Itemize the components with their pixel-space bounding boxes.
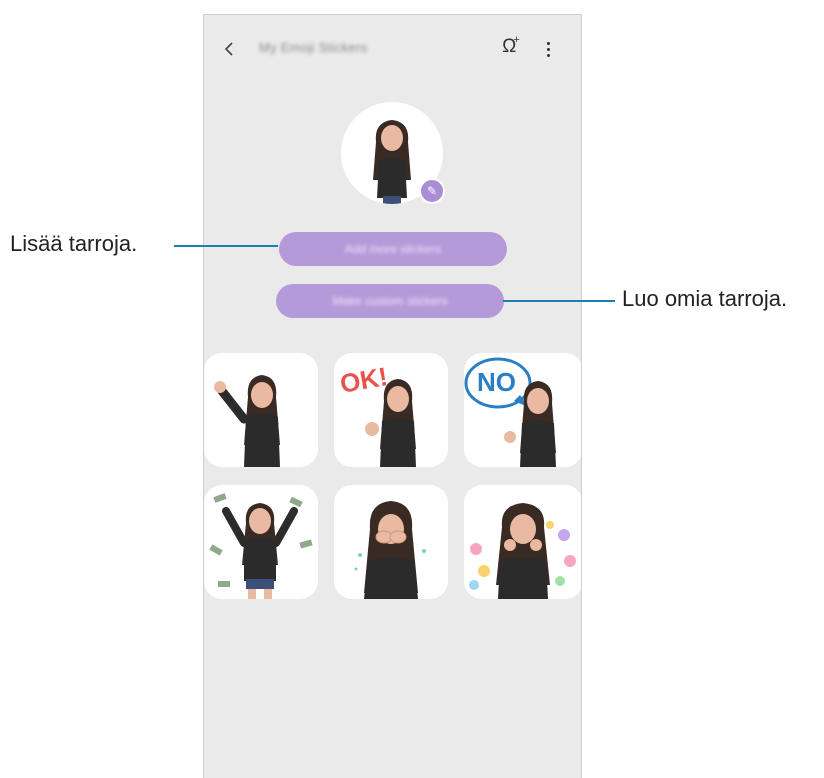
phone-screen: My Emoji Stickers Ω+ ✎ Add more stickers… <box>203 14 582 778</box>
sticker-money-rain-image <box>209 493 313 599</box>
sticker-wave[interactable] <box>204 353 318 467</box>
callout-create-stickers: Luo omia tarroja. <box>622 286 788 311</box>
more-vertical-icon <box>546 41 550 45</box>
callout-line-left <box>174 245 278 247</box>
chevron-left-icon <box>224 42 233 56</box>
app-bar: My Emoji Stickers Ω+ <box>204 15 581 81</box>
sticker-no[interactable]: NO <box>464 353 581 467</box>
sticker-hearts[interactable] <box>464 485 581 599</box>
more-options-button[interactable] <box>542 38 554 60</box>
callout-line-right <box>503 300 615 302</box>
page-title: My Emoji Stickers <box>259 40 368 55</box>
sticker-ok[interactable]: OK! <box>334 353 448 467</box>
sticker-money-rain[interactable] <box>204 485 318 599</box>
sticker-no-text: NO <box>477 367 516 397</box>
add-more-stickers-button[interactable]: Add more stickers <box>279 232 507 266</box>
sticker-cover-face[interactable] <box>334 485 448 599</box>
sticker-cover-face-image <box>354 501 426 599</box>
pencil-icon: ✎ <box>426 184 438 198</box>
back-button[interactable] <box>218 37 240 61</box>
sticker-wave-image <box>214 375 280 467</box>
add-person-icon: Ω+ <box>502 34 520 58</box>
make-custom-stickers-button[interactable]: Make custom stickers <box>276 284 504 318</box>
edit-avatar-button[interactable]: ✎ <box>419 178 445 204</box>
callout-add-stickers: Lisää tarroja. <box>10 231 138 256</box>
add-person-button[interactable]: Ω+ <box>498 34 524 62</box>
sticker-hearts-image <box>469 503 576 599</box>
